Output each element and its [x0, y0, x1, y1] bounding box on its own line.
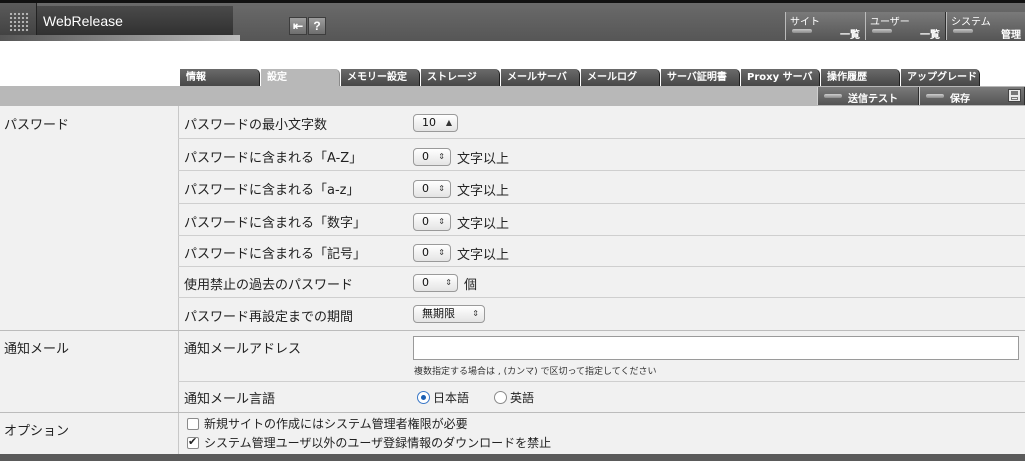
uppercase-count-value: 0	[422, 150, 429, 163]
section-label-password: パスワード	[4, 118, 70, 133]
tab-server-certificate[interactable]: サーバ証明書	[661, 69, 740, 86]
row-label-lowercase: パスワードに含まれる「a-z」	[184, 183, 360, 198]
digits-count-select[interactable]: 0 ⇕	[413, 213, 451, 231]
led-icon	[953, 29, 973, 33]
row-label-uppercase: パスワードに含まれる「A-Z」	[184, 151, 363, 166]
site-list-button[interactable]: サイト 一覧	[785, 12, 866, 41]
reset-period-select[interactable]: 無期限 ⇕	[413, 305, 485, 323]
lowercase-count-value: 0	[422, 182, 429, 195]
mail-address-hint: 複数指定する場合は , (カンマ) で区切って指定してください	[414, 367, 657, 377]
uppercase-count-select[interactable]: 0 ⇕	[413, 148, 451, 166]
section-divider	[0, 330, 1025, 331]
led-icon	[926, 94, 944, 98]
stepper-arrows-icon: ⇕	[438, 217, 445, 226]
language-radio-japanese[interactable]	[417, 391, 430, 404]
send-test-button[interactable]: 送信テスト	[817, 87, 919, 105]
help-icon[interactable]: ?	[308, 17, 326, 35]
require-admin-label: 新規サイトの作成にはシステム管理者権限が必要	[204, 417, 468, 431]
history-unit: 個	[464, 278, 478, 293]
block-download-checkbox[interactable]	[187, 435, 199, 449]
row-divider	[178, 170, 1025, 171]
brand-bar: WebRelease	[37, 6, 233, 38]
system-admin-button[interactable]: システム 管理	[946, 12, 1025, 41]
stepper-arrows-icon: ⇕	[438, 184, 445, 193]
user-list-button[interactable]: ユーザー 一覧	[865, 12, 946, 41]
row-divider	[178, 203, 1025, 204]
logout-icon[interactable]: ⇤	[289, 17, 307, 35]
digits-count-value: 0	[422, 215, 429, 228]
language-label-english: 英語	[510, 391, 535, 405]
language-label-japanese: 日本語	[433, 391, 470, 405]
system-admin-label-top: システム	[951, 17, 991, 28]
tab-proxy-server[interactable]: Proxy サーバ	[741, 69, 820, 86]
save-label: 保存	[950, 94, 970, 105]
lowercase-unit: 文字以上	[457, 184, 510, 199]
section-divider	[0, 412, 1025, 413]
row-divider	[178, 297, 1025, 298]
bottom-bar	[0, 454, 1025, 461]
row-label-digits: パスワードに含まれる「数字」	[184, 216, 367, 231]
app-title: WebRelease	[43, 13, 123, 29]
row-divider	[178, 266, 1025, 267]
row-label-mail-address: 通知メールアドレス	[184, 342, 302, 357]
user-list-label-top: ユーザー	[870, 17, 910, 28]
save-disk-icon[interactable]	[1008, 89, 1021, 102]
system-admin-label-bottom: 管理	[1001, 30, 1021, 41]
row-label-reset-period: パスワード再設定までの期間	[184, 310, 354, 325]
section-label-mail: 通知メール	[4, 342, 70, 357]
history-count-value: 0	[422, 276, 429, 289]
brand-fade	[0, 35, 240, 41]
symbols-count-value: 0	[422, 246, 429, 259]
send-test-label: 送信テスト	[848, 94, 898, 105]
row-divider	[178, 381, 1025, 382]
row-divider	[178, 235, 1025, 236]
symbols-count-select[interactable]: 0 ⇕	[413, 244, 451, 262]
led-icon	[872, 29, 892, 33]
site-list-label-top: サイト	[790, 17, 820, 28]
digits-unit: 文字以上	[457, 217, 510, 232]
symbols-unit: 文字以上	[457, 248, 510, 263]
min-length-select[interactable]: 10 ▲	[413, 114, 458, 132]
stepper-arrows-icon: ⇕	[438, 152, 445, 161]
uppercase-unit: 文字以上	[457, 152, 510, 167]
history-count-select[interactable]: 0 ⇕	[413, 274, 458, 292]
row-label-symbols: パスワードに含まれる「記号」	[184, 247, 367, 262]
user-list-label-bottom: 一覧	[920, 30, 940, 41]
row-label-min-length: パスワードの最小文字数	[184, 118, 328, 133]
row-divider	[178, 138, 1025, 139]
site-list-label-bottom: 一覧	[840, 30, 860, 41]
grid-logo-icon	[9, 12, 29, 32]
lowercase-count-select[interactable]: 0 ⇕	[413, 180, 451, 198]
column-divider	[178, 106, 179, 454]
tab-mail-server[interactable]: メールサーバ	[501, 69, 580, 86]
stepper-arrows-icon: ⇕	[438, 248, 445, 257]
stepper-arrows-icon: ⇕	[445, 278, 452, 287]
mail-address-input[interactable]	[413, 336, 1019, 360]
tab-memory-settings[interactable]: メモリー設定	[341, 69, 420, 86]
stepper-arrows-icon: ⇕	[472, 309, 479, 318]
tab-operation-history[interactable]: 操作履歴	[821, 69, 900, 86]
min-length-value: 10	[422, 116, 436, 129]
language-radio-english[interactable]	[494, 391, 507, 404]
tab-bar: 情報 設定 メモリー設定 ストレージ メールサーバ メールログ サーバ証明書 P…	[0, 69, 1025, 86]
stepper-arrows-icon: ▲	[445, 118, 452, 127]
tab-settings[interactable]: 設定	[261, 69, 340, 86]
tab-info[interactable]: 情報	[180, 69, 260, 86]
row-label-mail-language: 通知メール言語	[184, 392, 276, 407]
reset-period-value: 無期限	[422, 307, 455, 320]
block-download-label: システム管理ユーザ以外のユーザ登録情報のダウンロードを禁止	[204, 436, 552, 450]
row-label-history: 使用禁止の過去のパスワード	[184, 278, 354, 293]
led-icon	[792, 29, 812, 33]
tab-storage[interactable]: ストレージ	[421, 69, 500, 86]
tab-upgrade[interactable]: アップグレード	[901, 69, 980, 86]
led-icon	[824, 94, 842, 98]
section-label-options: オプション	[4, 424, 70, 439]
require-admin-checkbox[interactable]	[187, 418, 199, 430]
tab-mail-log[interactable]: メールログ	[581, 69, 660, 86]
